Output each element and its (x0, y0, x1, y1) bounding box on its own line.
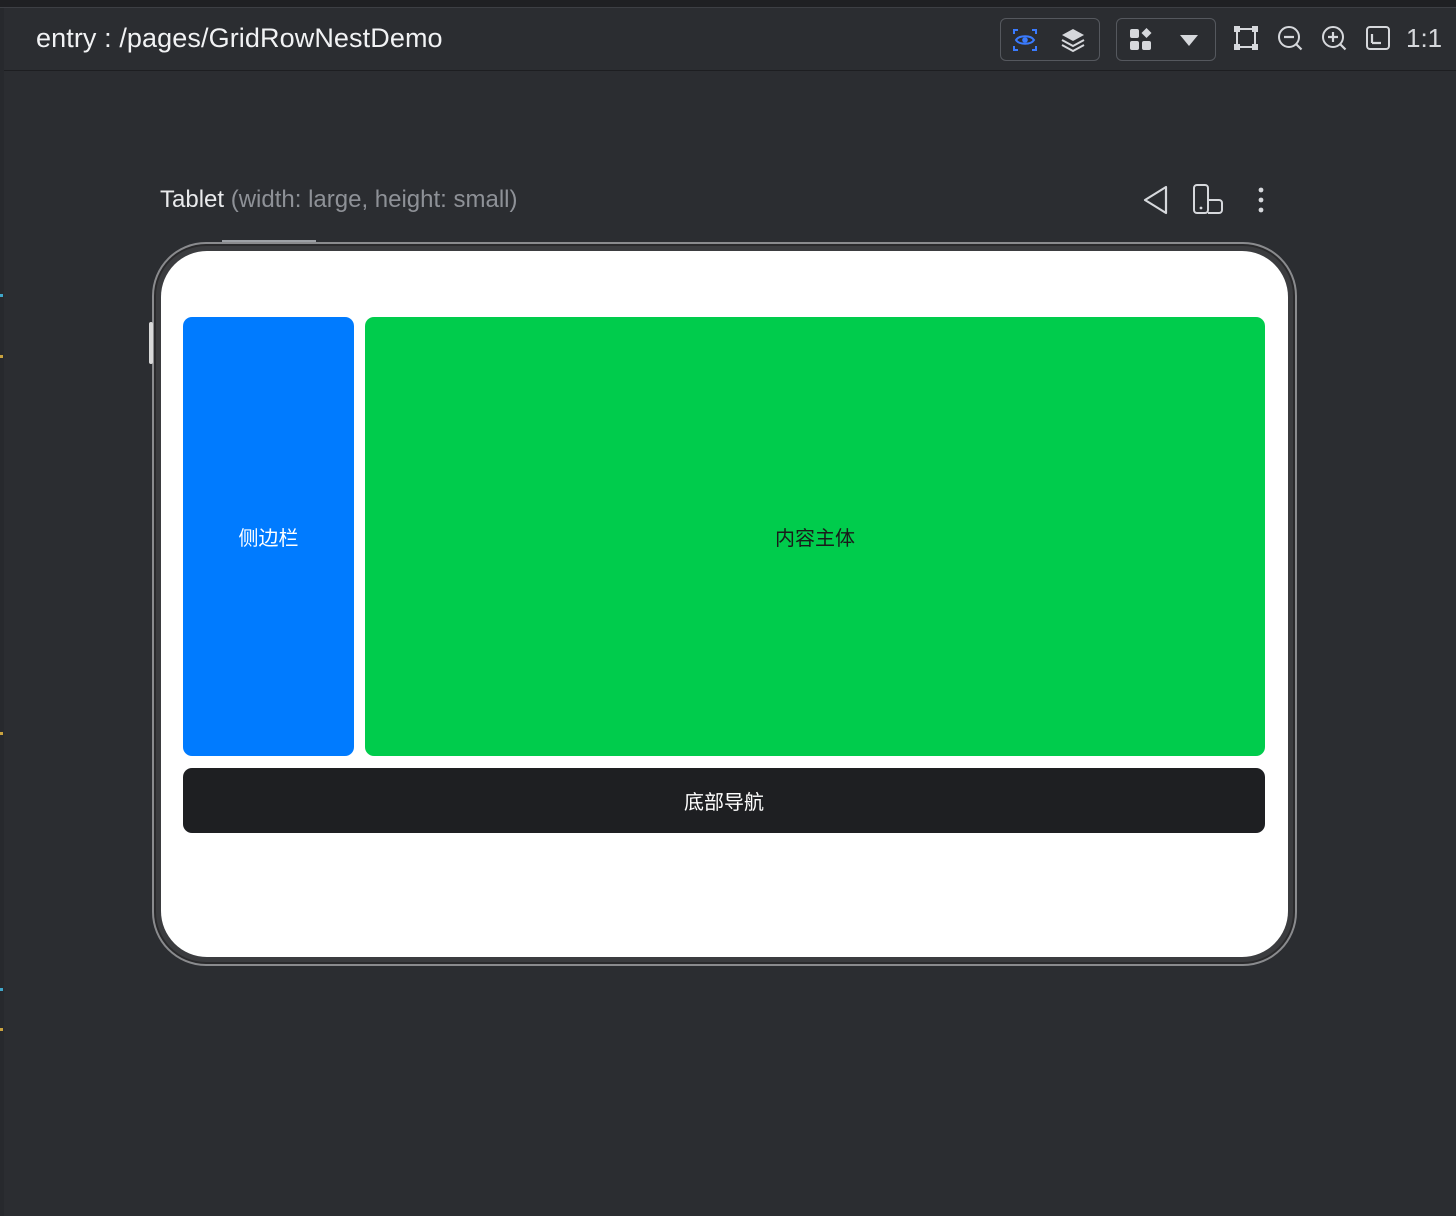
gutter-marker (0, 1028, 3, 1031)
top-edge (0, 0, 1456, 8)
tablet-side-button (149, 322, 153, 364)
eye-scan-icon[interactable] (1009, 24, 1041, 56)
device-name: Tablet (160, 186, 225, 213)
triangle-back-icon[interactable] (1139, 182, 1173, 218)
device-description: (width: large, height: small) (230, 186, 518, 213)
previewer-header: entry : /pages/GridRowNestDemo 1:1 (4, 9, 1456, 71)
chevron-down-icon[interactable] (1173, 24, 1205, 56)
sidebar-panel[interactable]: 侧边栏 (183, 317, 354, 756)
content-panel[interactable]: 内容主体 (365, 317, 1265, 756)
bottom-nav-panel[interactable]: 底部导航 (183, 768, 1265, 833)
device-rotate-icon[interactable] (1191, 182, 1225, 218)
zoom-out-icon[interactable] (1275, 23, 1305, 53)
gutter-marker (0, 732, 3, 735)
inspect-layers-group (1000, 18, 1100, 61)
device-bar: Tablet (width: large, height: small) (160, 182, 1280, 218)
layers-icon[interactable] (1057, 24, 1089, 56)
content-label: 内容主体 (775, 528, 855, 550)
device-label: Tablet (width: large, height: small) (160, 186, 518, 214)
left-gutter (0, 8, 4, 1216)
gutter-marker (0, 355, 3, 358)
page-title: entry : /pages/GridRowNestDemo (36, 23, 443, 53)
actual-size-button[interactable]: 1:1 (1406, 23, 1442, 54)
gutter-marker (0, 988, 3, 991)
tablet-screen: 侧边栏 内容主体 底部导航 (161, 251, 1288, 957)
previewer-window: entry : /pages/GridRowNestDemo 1:1 Table… (0, 0, 1456, 1216)
frame-select-icon[interactable] (1231, 23, 1261, 53)
fit-screen-icon[interactable] (1363, 23, 1393, 53)
zoom-in-icon[interactable] (1319, 23, 1349, 53)
more-vertical-icon[interactable] (1244, 182, 1278, 218)
component-group (1116, 18, 1216, 61)
bottom-nav-label: 底部导航 (684, 792, 764, 814)
component-grid-icon[interactable] (1125, 24, 1157, 56)
sidebar-label: 侧边栏 (238, 528, 299, 550)
gutter-marker (0, 294, 3, 297)
